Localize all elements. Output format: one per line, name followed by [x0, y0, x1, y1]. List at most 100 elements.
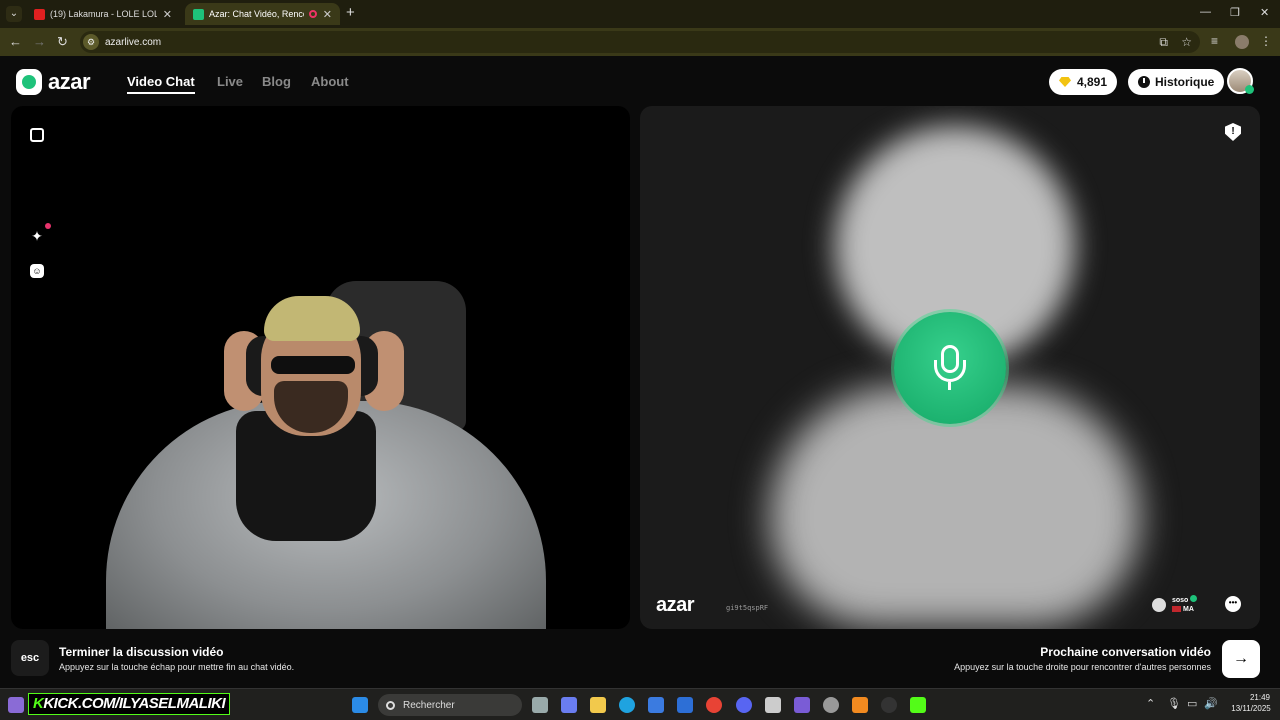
game-bar-icon[interactable] — [794, 697, 810, 713]
notification-dot — [45, 223, 51, 229]
logo-text: azar — [48, 69, 91, 94]
editor-app-icon[interactable] — [852, 697, 868, 713]
menu-icon[interactable]: ⋮ — [1260, 34, 1272, 48]
end-chat-title: Terminer la discussion vidéo — [59, 645, 224, 659]
tab-title: Azar: Chat Vidéo, Rencontre — [209, 9, 304, 19]
next-chat-subtitle: Appuyez sur la touche droite pour rencon… — [954, 662, 1211, 672]
taskbar-date[interactable]: 13/11/2025 — [1226, 704, 1276, 713]
expand-icon[interactable] — [30, 128, 44, 142]
tab-title: (19) Lakamura - LOLE LOLE Jam — [50, 9, 157, 19]
new-tab-button[interactable]: + — [346, 4, 355, 21]
site-info-icon[interactable]: ⚙ — [83, 34, 99, 50]
browser-tab-strip: ⌄ (19) Lakamura - LOLE LOLE Jam ✕ Azar: … — [0, 0, 1280, 28]
close-tab-icon[interactable]: ✕ — [323, 8, 332, 21]
clock-icon — [1138, 76, 1150, 88]
end-chat-subtitle: Appuyez sur la touche échap pour mettre … — [59, 662, 295, 672]
sparkle-effects-icon[interactable]: ✦ — [30, 229, 44, 243]
task-view-icon[interactable] — [532, 697, 548, 713]
peer-country: MA — [1183, 606, 1194, 613]
obs-icon[interactable] — [823, 697, 839, 713]
nav-video-chat[interactable]: Video Chat — [127, 74, 195, 94]
peer-avatar-icon — [1152, 597, 1166, 612]
azar-watermark: azar — [656, 594, 695, 616]
bookmark-star-icon[interactable]: ☆ — [1181, 35, 1192, 49]
chat-bubble-icon[interactable]: ••• — [1225, 596, 1241, 612]
nav-about[interactable]: About — [311, 74, 349, 89]
windows-taskbar: KKICK.COM/ILYASELMALIKI Rechercher ⌃ 🎙 ▭… — [0, 688, 1280, 720]
morocco-flag-icon — [1172, 606, 1181, 613]
verified-icon — [1190, 595, 1198, 602]
browser-tab-azar[interactable]: Azar: Chat Vidéo, Rencontre ✕ — [185, 3, 340, 25]
reload-icon[interactable]: ↻ — [57, 34, 68, 50]
search-icon — [386, 700, 395, 710]
windows-start-icon[interactable] — [352, 697, 368, 713]
url-text: azarlive.com — [105, 36, 162, 48]
sunglasses — [271, 356, 355, 374]
taskbar-time[interactable]: 21:49 — [1244, 692, 1276, 704]
gems-balance-button[interactable]: 4,891 — [1049, 69, 1118, 95]
kick-k: K — [33, 695, 44, 712]
restore-icon[interactable]: ❐ — [1230, 6, 1240, 19]
kick-url: KICK.COM/ILYASELMALIKI — [43, 695, 226, 712]
microphone-arc — [934, 360, 966, 382]
file-explorer-icon[interactable] — [590, 697, 606, 713]
azar-page: azar Video Chat Live Blog About 4,891 Hi… — [0, 56, 1280, 688]
app-icon[interactable] — [881, 697, 897, 713]
minimize-icon[interactable]: — — [1200, 6, 1211, 18]
kick-overlay-banner: KKICK.COM/ILYASELMALIKI — [28, 693, 231, 715]
edge-icon[interactable] — [619, 697, 635, 713]
taskbar-search[interactable]: Rechercher — [378, 694, 522, 716]
history-button[interactable]: Historique — [1128, 69, 1225, 95]
chrome-icon[interactable] — [706, 697, 722, 713]
peer-name: soso — [1172, 597, 1189, 604]
online-badge — [1245, 85, 1254, 94]
gems-count: 4,891 — [1077, 75, 1108, 89]
azar-logo-icon — [16, 69, 42, 95]
gem-icon — [1059, 77, 1071, 87]
azar-logo[interactable]: azar — [16, 69, 91, 95]
back-icon[interactable]: ← — [9, 34, 22, 49]
local-video-panel: ✦ ☺ — [11, 106, 630, 629]
close-tab-icon[interactable]: ✕ — [163, 8, 172, 21]
mail-icon[interactable] — [677, 697, 693, 713]
user-avatar[interactable] — [1227, 68, 1254, 94]
azar-favicon-icon — [193, 8, 204, 20]
tray-volume-icon[interactable]: 🔊 — [1204, 697, 1218, 710]
copilot-icon[interactable] — [561, 697, 577, 713]
tray-chevron-icon[interactable]: ⌃ — [1146, 697, 1155, 710]
nav-blog[interactable]: Blog — [262, 74, 291, 89]
local-user-video — [106, 281, 546, 629]
photos-icon[interactable] — [765, 697, 781, 713]
widgets-icon[interactable] — [8, 697, 24, 713]
peer-info[interactable]: soso MA — [1152, 595, 1198, 614]
face-filter-icon[interactable]: ☺ — [30, 264, 44, 278]
browser-profile-avatar[interactable] — [1235, 35, 1249, 49]
tray-network-icon[interactable]: ▭ — [1187, 697, 1197, 710]
search-placeholder: Rechercher — [403, 699, 455, 711]
close-window-icon[interactable]: ✕ — [1260, 6, 1269, 19]
kick-app-icon[interactable] — [910, 697, 926, 713]
remote-video-panel: ! azar gi9t5qspRF soso MA ••• — [640, 106, 1260, 629]
browser-tab-youtube[interactable]: (19) Lakamura - LOLE LOLE Jam ✕ — [26, 3, 180, 25]
mic-button[interactable] — [894, 312, 1006, 424]
forward-icon[interactable]: → — [33, 34, 46, 49]
esc-key-button[interactable]: esc — [11, 640, 49, 676]
cast-icon[interactable]: ⧉ — [1159, 35, 1168, 50]
microphone-stem — [948, 382, 951, 390]
nav-live[interactable]: Live — [217, 74, 243, 89]
store-icon[interactable] — [648, 697, 664, 713]
watermark-id: gi9t5qspRF — [726, 604, 769, 612]
tab-search-icon[interactable]: ⌄ — [6, 6, 22, 22]
report-icon[interactable]: ! — [1225, 123, 1241, 141]
browser-toolbar: ← → ↻ ⚙ azarlive.com ⧉ ☆ ≡ ⋮ — [0, 28, 1280, 56]
recording-icon — [308, 10, 317, 18]
discord-icon[interactable] — [736, 697, 752, 713]
address-bar[interactable]: ⚙ azarlive.com ⧉ ☆ — [80, 31, 1200, 53]
media-control-icon[interactable]: ≡ — [1211, 34, 1218, 48]
next-conversation-button[interactable]: → — [1222, 640, 1260, 678]
peer-info-text: soso MA — [1172, 595, 1198, 614]
hair — [264, 296, 360, 341]
history-label: Historique — [1155, 75, 1215, 89]
youtube-icon — [34, 8, 45, 20]
tray-mic-icon[interactable]: 🎙 — [1167, 697, 1181, 710]
